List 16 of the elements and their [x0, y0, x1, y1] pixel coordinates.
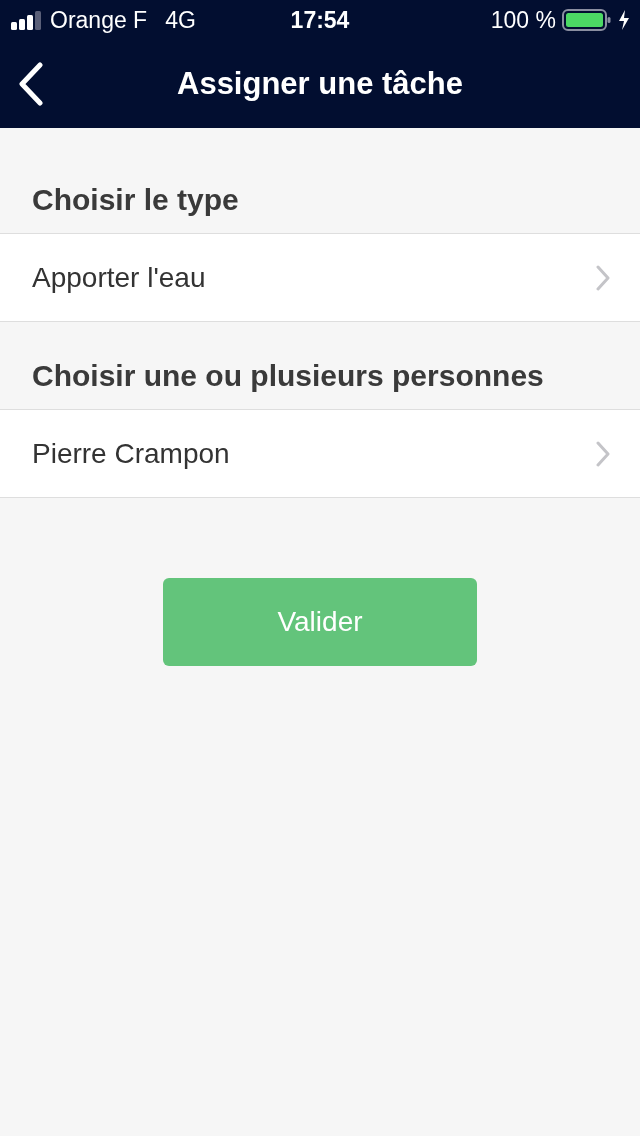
selection-row[interactable]: Pierre Crampon — [0, 409, 640, 498]
chevron-icon — [596, 440, 610, 467]
back-button[interactable] — [16, 60, 46, 108]
chevron-icon — [596, 264, 610, 291]
section-heading: Choisir le type — [31, 182, 240, 218]
signal-icon — [10, 10, 44, 30]
battery-percent: 100 % — [490, 6, 556, 34]
status-time: 17:54 — [290, 6, 350, 34]
charging-icon — [618, 10, 630, 30]
battery-icon — [562, 8, 612, 32]
back-icon — [18, 62, 44, 106]
selection-row[interactable]: Apporter l'eau — [0, 233, 640, 322]
screen-title: Assigner une tâche — [177, 66, 463, 102]
carrier-name: Orange F — [50, 6, 148, 34]
section-heading: Choisir une ou plusieurs personnes — [31, 358, 545, 394]
network-type: 4G — [165, 6, 196, 34]
